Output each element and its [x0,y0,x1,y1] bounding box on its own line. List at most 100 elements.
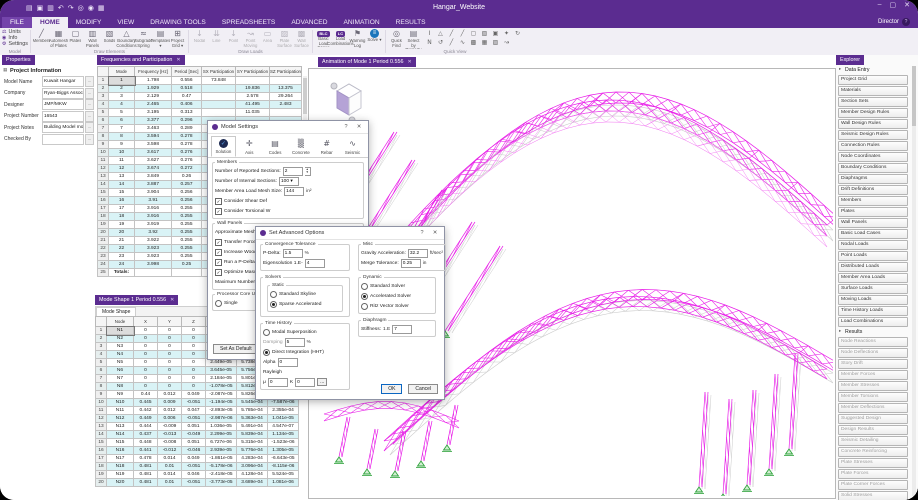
browse-button[interactable]: ... [85,88,94,99]
cell[interactable]: 0.256 [172,197,202,205]
explorer-item-member-torsions[interactable]: Member Torsions [838,392,908,402]
row-number[interactable]: 21 [98,237,109,245]
cell[interactable]: 6 [109,117,135,125]
subtab-mode-shape[interactable]: Mode Shape [96,307,136,316]
table-row[interactable]: 15N150.448-0.0080.0516.727e-065.315e-04-… [96,439,299,447]
cell[interactable]: N16 [107,447,134,455]
cell[interactable] [270,109,302,117]
explorer-item-surface-loads[interactable]: Surface Loads [838,284,908,294]
cell[interactable]: 3.919 [135,221,172,229]
ribbon-button-line[interactable]: ⇊Line [208,29,225,49]
cell[interactable]: 21 [109,237,135,245]
cell[interactable]: 0.255 [172,213,202,221]
row-number[interactable]: 5 [98,109,109,117]
number-input[interactable]: 2 [283,167,303,176]
cell[interactable]: 29.264 [270,93,302,101]
settings-tab-axis[interactable]: ✛Axis [237,136,262,157]
cell[interactable]: 1.036e-05 [206,423,237,431]
cell[interactable]: -2.893e-05 [206,407,237,415]
cell[interactable]: 0.255 [172,237,202,245]
cell[interactable]: -3.773e-05 [206,479,237,487]
quick-view-icon[interactable]: △ [436,29,445,38]
table-row[interactable]: 553.1950.31311.035 [98,109,302,117]
row-number[interactable]: 1 [98,77,109,85]
cell[interactable]: N11 [107,407,134,415]
row-number[interactable]: 20 [98,229,109,237]
cell[interactable]: 0.256 [172,189,202,197]
column-header[interactable]: SZ Participation [270,67,302,77]
row-number[interactable]: 13 [98,173,109,181]
close-icon[interactable]: ✕ [176,57,180,63]
explorer-item-members[interactable]: Members [838,196,908,206]
cell[interactable]: 24 [109,261,135,269]
row-number[interactable]: 13 [96,423,107,431]
cell[interactable]: N15 [107,439,134,447]
cell[interactable]: 2.299e-05 [206,431,237,439]
mu-input[interactable]: 0 [268,378,288,387]
cell[interactable]: 0 [182,335,206,343]
row-number[interactable]: 16 [98,197,109,205]
radio-button[interactable] [361,293,368,300]
row-number[interactable]: 11 [96,407,107,415]
ribbon-button-wall-surface[interactable]: ▩Wall Surface [293,29,310,49]
cell[interactable]: 41.495 [236,101,270,109]
cell[interactable]: 0 [182,359,206,367]
cell[interactable]: 3.594 [135,133,172,141]
cell[interactable]: N14 [107,431,134,439]
row-number[interactable]: 7 [98,125,109,133]
row-number[interactable]: 15 [98,189,109,197]
cell[interactable]: -1.078e-05 [206,383,237,391]
cell[interactable]: 0.47 [172,93,202,101]
cell[interactable]: 1.081e-06 [268,479,299,487]
table-row[interactable]: 20N200.4810.01-0.051-3.773e-053.689e-041… [96,479,299,487]
cell[interactable]: 0.556 [172,77,202,85]
cell[interactable]: N1 [107,327,134,335]
explorer-item-diaphragms[interactable]: Diaphragms [838,174,908,184]
cell[interactable] [202,109,236,117]
cell[interactable]: 5.363e-04 [237,415,268,423]
cell[interactable]: 5.315e-04 [237,439,268,447]
ribbon-tab-modify[interactable]: MODIFY [68,17,110,28]
cell[interactable]: 5.785e-04 [237,407,268,415]
cell[interactable]: 3.627 [135,157,172,165]
cell[interactable]: 0.012 [158,391,182,399]
cell[interactable]: 73.848 [202,77,236,85]
close-icon[interactable]: ✕ [170,297,174,303]
property-value[interactable]: 16543 [42,111,84,122]
ribbon-tab-animation[interactable]: ANIMATION [335,17,387,28]
explorer-item-member-forces[interactable]: Member Forces [838,370,908,380]
cell[interactable]: 5.524e-05 [268,471,299,479]
cell[interactable]: 3.92 [135,229,172,237]
table-row[interactable]: 12N120.4490.006-0.051-2.987e-065.363e-04… [96,415,299,423]
table-row[interactable]: 221.9290.51819.83613.375 [98,85,302,93]
cell[interactable]: 0.272 [172,165,202,173]
row-number[interactable]: 19 [98,221,109,229]
quick-view-icon[interactable]: ▨ [491,38,500,47]
cell[interactable]: 16 [109,197,135,205]
row-number[interactable]: 3 [96,343,107,351]
quick-view-icon[interactable]: ▦ [480,38,489,47]
settings-tab-rebar[interactable]: #Rebar [314,136,339,157]
quick-view-icon[interactable]: ↺ [436,38,445,47]
explorer-item-boundary-conditions[interactable]: Boundary Conditions [838,163,908,173]
cell[interactable] [236,77,270,85]
cell[interactable]: 23 [109,253,135,261]
ribbon-tab-spreadsheets[interactable]: SPREADSHEETS [214,17,284,28]
row-number[interactable]: 20 [96,479,107,487]
close-icon[interactable]: ✕ [430,230,440,236]
minimize-icon[interactable]: – [878,1,882,9]
text-input[interactable]: 144 [284,187,304,196]
cell[interactable]: 0.44 [134,391,158,399]
table-row[interactable]: 16N160.441-0.012-0.0462.939e-055.776e-04… [96,447,299,455]
cell[interactable]: 1.798 [135,77,172,85]
cell[interactable]: 2 [109,85,135,93]
cell[interactable]: 3.887 [135,181,172,189]
cell[interactable]: 1.305e-05 [268,447,299,455]
cell[interactable]: 0.276 [172,157,202,165]
cell[interactable]: 0.047 [182,407,206,415]
settings-tab-concrete[interactable]: ▒Concrete [288,136,313,157]
property-value[interactable]: Building Model mod [42,122,84,133]
explorer-item-story-drift[interactable]: Story Drift [838,359,908,369]
cell[interactable]: 0 [182,375,206,383]
row-number[interactable]: 8 [96,383,107,391]
